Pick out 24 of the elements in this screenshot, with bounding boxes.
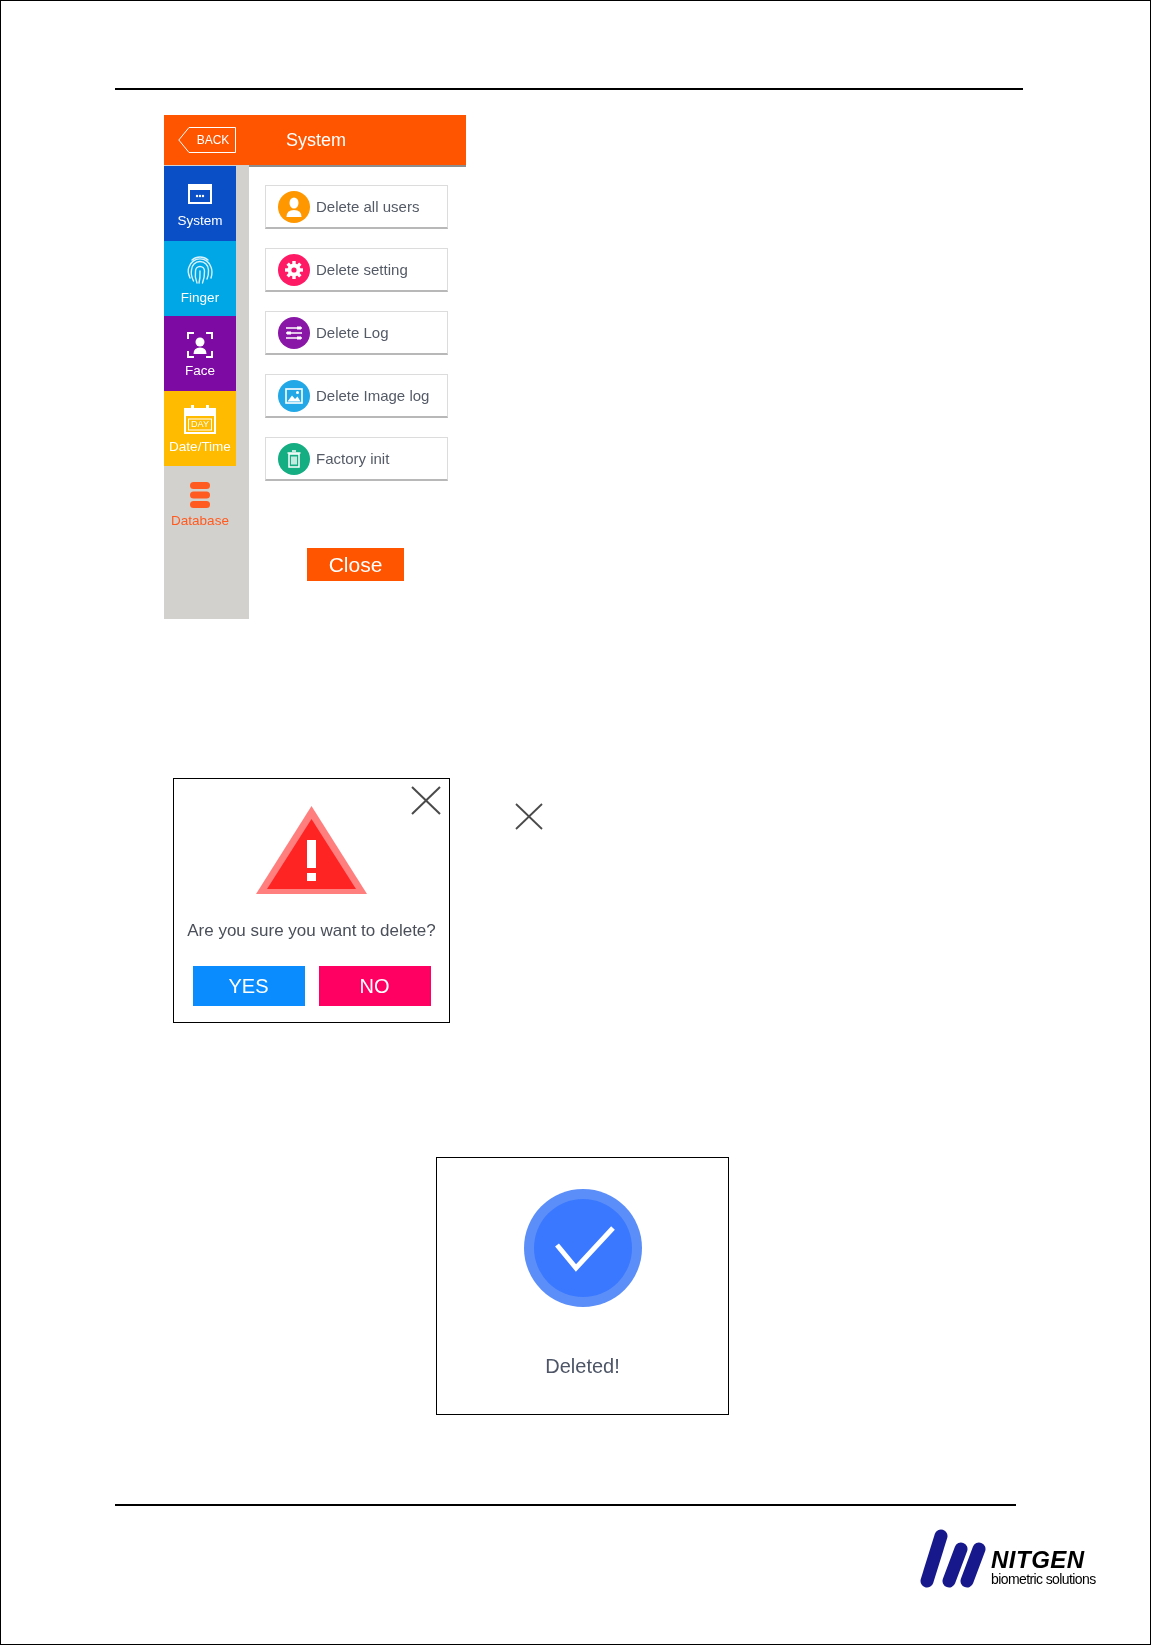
menu-button[interactable]: Delete Log	[265, 311, 448, 355]
window-icon	[188, 184, 212, 204]
screen-title: System	[286, 129, 346, 151]
fingerprint-icon	[186, 255, 214, 285]
face-scan-icon	[187, 332, 213, 358]
sidebar-item[interactable]: Face	[164, 316, 236, 391]
calendar-icon	[184, 405, 216, 434]
close-icon[interactable]	[411, 786, 441, 815]
database-icon	[190, 482, 210, 508]
done-message: Deleted!	[545, 1354, 620, 1378]
no-button[interactable]: NO	[318, 966, 431, 1006]
menu-button[interactable]: Delete setting	[265, 248, 448, 292]
warning-icon	[256, 806, 367, 894]
check-circle-icon	[523, 1189, 642, 1307]
close-icon	[515, 803, 543, 830]
calendar-label: DAY	[190, 420, 210, 429]
sidebar-item[interactable]: System	[164, 166, 236, 241]
brand-name: NITGEN	[991, 1549, 1086, 1571]
menu-button[interactable]: Delete Image log	[265, 374, 448, 418]
confirm-message: Are you sure you want to delete?	[187, 921, 436, 941]
menu-button[interactable]: Factory init	[265, 437, 448, 481]
logo-icon	[920, 1529, 986, 1588]
brand-tagline: biometric solutions	[991, 1571, 1096, 1587]
menu-button[interactable]: Delete all users	[265, 185, 448, 229]
